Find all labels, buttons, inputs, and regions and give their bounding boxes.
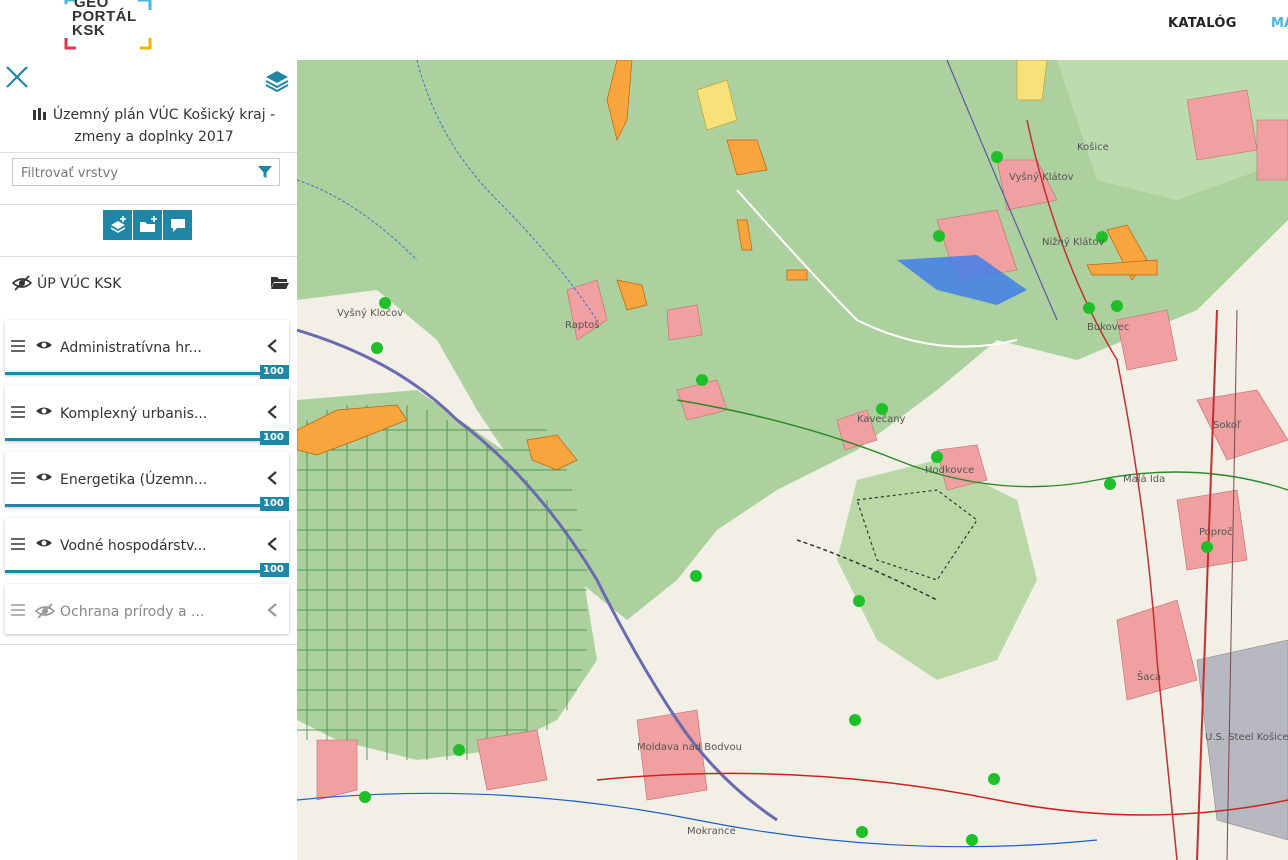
- map-label: Nižný Klátov: [1042, 236, 1104, 248]
- logo-text: GEO PORTÁL KSK: [72, 0, 137, 38]
- filter-layers-field[interactable]: [12, 158, 280, 187]
- opacity-value[interactable]: 100 %: [260, 365, 289, 391]
- nav-map-link[interactable]: MA: [1271, 16, 1288, 31]
- add-layer-button[interactable]: [103, 210, 132, 240]
- drag-handle-icon[interactable]: [11, 340, 25, 352]
- map-label: Bukovec: [1087, 322, 1129, 333]
- map-canvas[interactable]: Vyšný Kločov Raptoš Vyšný Klátov Nižný K…: [297, 60, 1288, 860]
- layer-item-ochrana-prirody[interactable]: Ochrana prírody a ...: [5, 584, 289, 634]
- add-folder-button[interactable]: [133, 210, 162, 240]
- map-label: Moldava nad Bodvou: [637, 742, 742, 753]
- opacity-bar[interactable]: [5, 438, 263, 441]
- plan-title-line1: Územný plán VÚC Košický kraj -: [52, 107, 276, 123]
- layer-item-energetika[interactable]: Energetika (Územn... 100 %: [5, 452, 289, 523]
- drag-handle-icon[interactable]: [11, 538, 25, 550]
- layer-name: Energetika (Územn...: [60, 472, 208, 488]
- chevron-left-icon[interactable]: [265, 536, 279, 552]
- divider: [0, 152, 297, 153]
- eye-icon[interactable]: [35, 536, 53, 550]
- opacity-value[interactable]: 100 %: [260, 497, 289, 523]
- nav-catalog-link[interactable]: KATALÓG: [1168, 16, 1237, 31]
- map-label: U.S. Steel Košice: [1205, 731, 1288, 743]
- chevron-left-icon[interactable]: [265, 470, 279, 486]
- logo-line-ksk: KSK: [72, 22, 106, 39]
- add-layer-icon: [110, 216, 126, 233]
- map-label: Mokrance: [687, 826, 736, 837]
- drag-handle-icon[interactable]: [11, 472, 25, 484]
- divider: [0, 204, 297, 205]
- top-header: GEO PORTÁL KSK KATALÓG MA: [0, 0, 1288, 60]
- group-label: ÚP VÚC KSK: [37, 276, 122, 292]
- map-label: Hodkovce: [925, 465, 974, 476]
- layer-name: Vodné hospodárstv...: [60, 538, 207, 554]
- add-folder-icon: [140, 216, 157, 232]
- plan-title: Územný plán VÚC Košický kraj - zmeny a d…: [24, 104, 284, 148]
- opacity-value[interactable]: 100 %: [260, 563, 289, 589]
- close-panel-button[interactable]: [4, 64, 30, 90]
- opacity-bar[interactable]: [5, 504, 263, 507]
- drag-handle-icon[interactable]: [11, 406, 25, 418]
- layer-item-vodne-hospodarstvo[interactable]: Vodné hospodárstv... 100 %: [5, 518, 289, 589]
- map-label: Sokoľ: [1213, 420, 1241, 431]
- folder-open-icon[interactable]: [270, 274, 290, 290]
- layer-name: Ochrana prírody a ...: [60, 604, 205, 620]
- eye-slash-icon[interactable]: [12, 274, 32, 292]
- layer-item-komplexny-urbanisticky[interactable]: Komplexný urbanis... 100 %: [5, 386, 289, 457]
- map-label: Vyšný Klátov: [1009, 171, 1074, 183]
- map-label: Vyšný Kločov: [337, 307, 403, 319]
- geoportal-logo[interactable]: GEO PORTÁL KSK: [62, 0, 154, 52]
- layer-item-administrativna[interactable]: Administratívna hr... 100 %: [5, 320, 289, 391]
- divider: [0, 256, 297, 257]
- chevron-left-icon[interactable]: [265, 602, 279, 618]
- opacity-bar[interactable]: [5, 570, 263, 573]
- plan-title-line2: zmeny a doplnky 2017: [74, 129, 234, 145]
- eye-icon[interactable]: [35, 404, 53, 418]
- layer-group-up-vuc-ksk[interactable]: ÚP VÚC KSK: [0, 260, 297, 308]
- divider: [0, 644, 297, 645]
- layers-button[interactable]: [264, 68, 290, 94]
- map-label: Kavečany: [857, 413, 906, 425]
- layer-name: Komplexný urbanis...: [60, 406, 208, 422]
- map-label: Košice: [1077, 141, 1109, 153]
- map-label: Malá Ida: [1123, 473, 1165, 485]
- layers-icon: [265, 71, 289, 93]
- comment-icon: [171, 219, 185, 232]
- chevron-left-icon[interactable]: [265, 404, 279, 420]
- close-icon: [6, 66, 28, 88]
- filter-icon[interactable]: [257, 164, 273, 180]
- drag-handle-icon[interactable]: [11, 604, 25, 616]
- eye-slash-icon[interactable]: [35, 602, 55, 620]
- layer-sidebar: Územný plán VÚC Košický kraj - zmeny a d…: [0, 60, 297, 860]
- map-label: Šaca: [1137, 670, 1161, 683]
- map-label: Raptoš: [565, 319, 599, 331]
- comment-button[interactable]: [163, 210, 192, 240]
- chevron-left-icon[interactable]: [265, 338, 279, 354]
- opacity-value[interactable]: 100 %: [260, 431, 289, 457]
- eye-icon[interactable]: [35, 338, 53, 352]
- layer-toolbar: [103, 210, 192, 240]
- opacity-bar[interactable]: [5, 372, 263, 375]
- map-layers: Vyšný Kločov Raptoš Vyšný Klátov Nižný K…: [297, 60, 1288, 860]
- eye-icon[interactable]: [35, 470, 53, 484]
- map-label: Poproč: [1199, 526, 1233, 538]
- filter-layers-input[interactable]: [13, 159, 253, 187]
- layer-name: Administratívna hr...: [60, 340, 202, 356]
- map-info-icon: [33, 108, 46, 120]
